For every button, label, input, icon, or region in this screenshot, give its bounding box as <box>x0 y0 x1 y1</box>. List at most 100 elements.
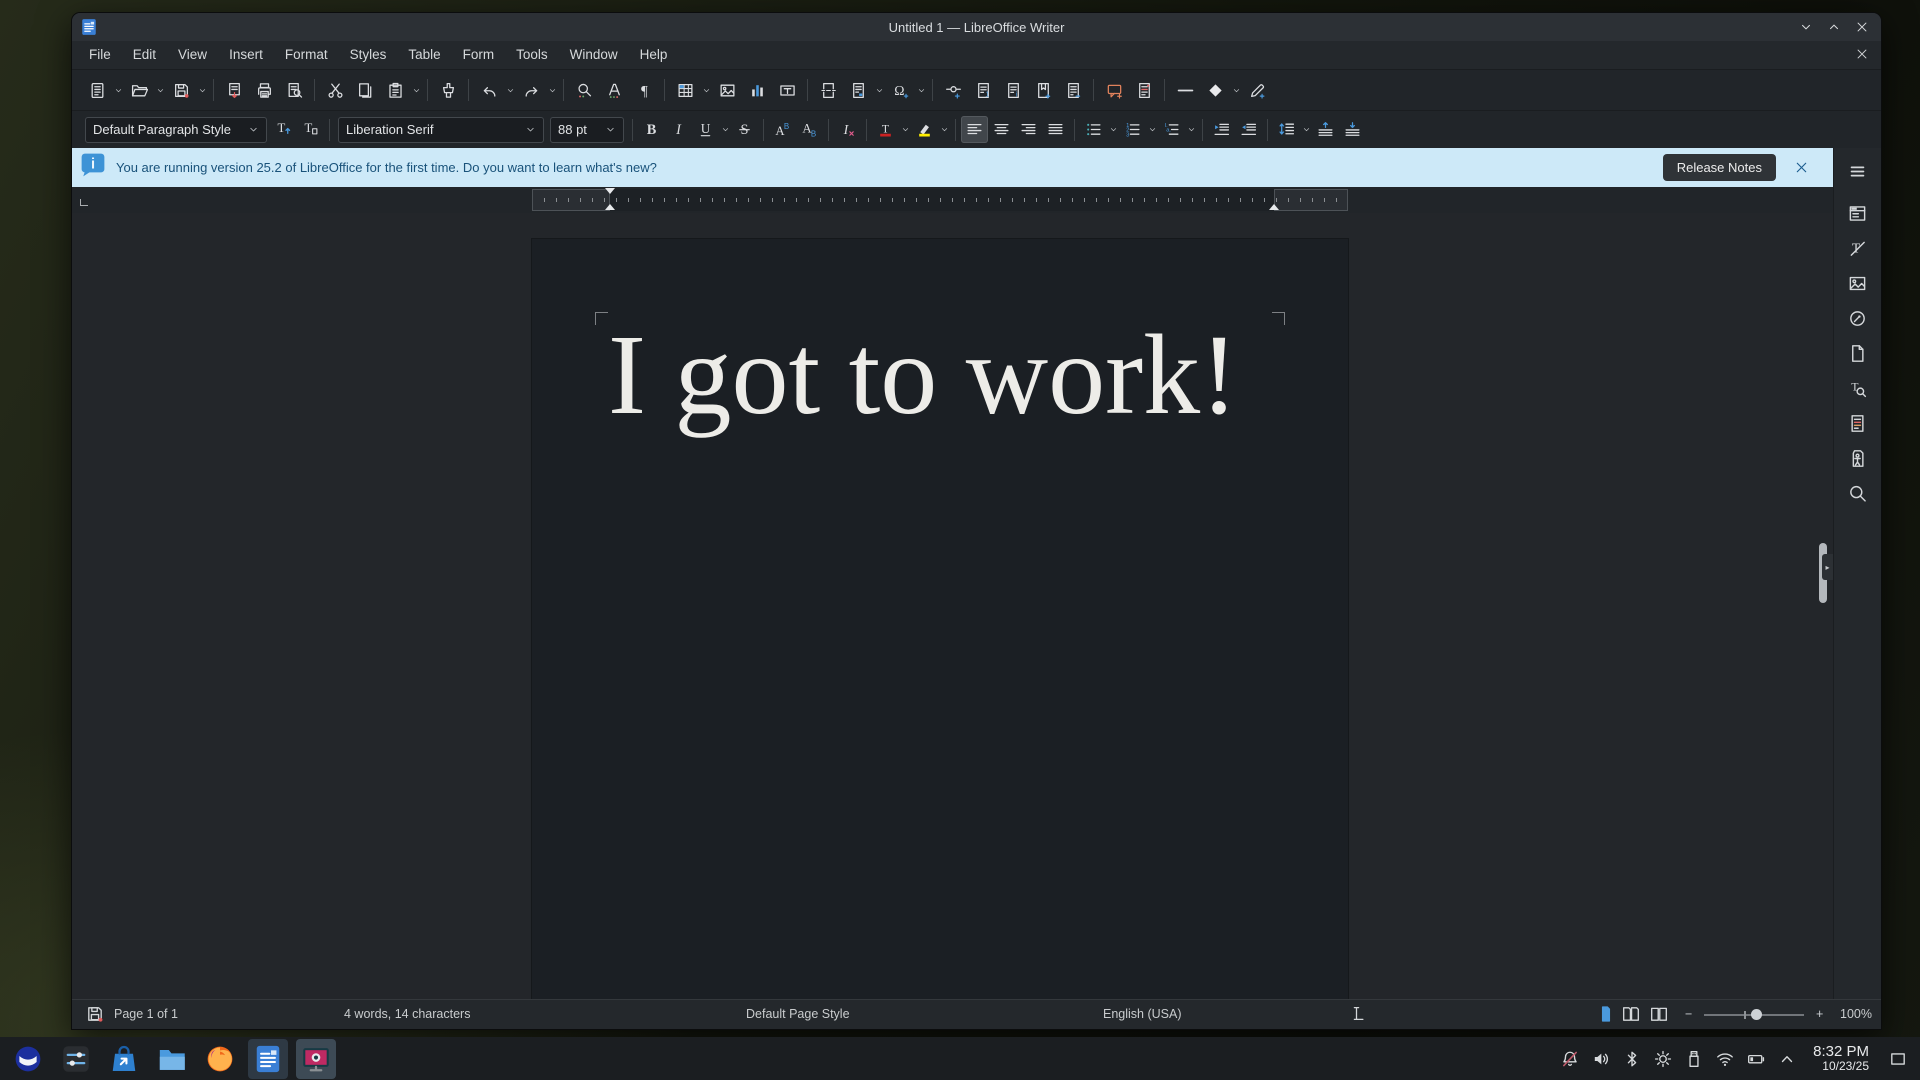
menu-file[interactable]: File <box>78 41 122 69</box>
battery-icon[interactable] <box>1745 1050 1767 1068</box>
line-spacing-button[interactable] <box>1273 116 1300 143</box>
menu-view[interactable]: View <box>167 41 218 69</box>
page-style[interactable]: Default Page Style <box>746 1007 850 1021</box>
highlight-color-button[interactable] <box>911 116 938 143</box>
justify-button[interactable] <box>1042 116 1069 143</box>
gallery-button[interactable] <box>1842 268 1874 298</box>
print-button[interactable] <box>249 75 279 105</box>
align-left-button[interactable] <box>961 116 988 143</box>
highlight-color-dropdown-arrow[interactable] <box>938 125 950 134</box>
formatting-marks-button[interactable]: ¶ <box>629 75 659 105</box>
save-status-icon[interactable] <box>86 1005 104 1023</box>
insert-comment-button[interactable] <box>1099 75 1129 105</box>
menu-form[interactable]: Form <box>452 41 506 69</box>
cut-button[interactable] <box>320 75 350 105</box>
save-dropdown-arrow[interactable] <box>196 86 208 95</box>
single-page-view-icon[interactable] <box>1597 1005 1615 1023</box>
basic-shapes-dropdown-arrow[interactable] <box>1230 86 1242 95</box>
font-color-dropdown-arrow[interactable] <box>899 125 911 134</box>
zoom-in-button[interactable]: + <box>1816 1007 1823 1021</box>
zoom-out-button[interactable]: − <box>1685 1007 1692 1021</box>
redo-button[interactable] <box>516 75 546 105</box>
page-count[interactable]: Page 1 of 1 <box>114 1007 178 1021</box>
app-launcher-taskbar-button[interactable] <box>8 1039 48 1079</box>
firefox-taskbar-button[interactable] <box>200 1039 240 1079</box>
sidebar-collapse-arrow[interactable]: ▸ <box>1822 554 1833 580</box>
styles-button[interactable]: T <box>1842 233 1874 263</box>
selection-mode-icon[interactable] <box>1348 1005 1365 1022</box>
insert-table-dropdown-arrow[interactable] <box>700 86 712 95</box>
bluetooth-icon[interactable] <box>1621 1050 1643 1068</box>
print-preview-button[interactable] <box>279 75 309 105</box>
navigator-button[interactable] <box>1842 303 1874 333</box>
insert-field-button[interactable] <box>843 75 873 105</box>
find-button[interactable] <box>1842 478 1874 508</box>
paragraph-style-combo[interactable]: Default Paragraph Style <box>85 117 267 143</box>
menu-window[interactable]: Window <box>559 41 629 69</box>
tab-stop-type-icon[interactable] <box>80 199 88 206</box>
new-style-button[interactable]: T <box>297 116 324 143</box>
notifications-muted-icon[interactable] <box>1559 1050 1581 1068</box>
show-desktop-button[interactable] <box>1886 1047 1910 1071</box>
menu-styles[interactable]: Styles <box>339 41 398 69</box>
menu-format[interactable]: Format <box>274 41 339 69</box>
font-color-button[interactable]: T <box>872 116 899 143</box>
insert-page-break-button[interactable] <box>813 75 843 105</box>
infobar-close-icon[interactable] <box>1794 160 1809 175</box>
redo-dropdown-arrow[interactable] <box>546 86 558 95</box>
insert-text-box-button[interactable] <box>772 75 802 105</box>
outline-list-button[interactable]: I.a. <box>1158 116 1185 143</box>
new-document-button[interactable] <box>82 75 112 105</box>
align-right-button[interactable] <box>1015 116 1042 143</box>
decrease-paragraph-spacing-button[interactable] <box>1339 116 1366 143</box>
text-language[interactable]: English (USA) <box>1103 1007 1182 1021</box>
outline-list-dropdown-arrow[interactable] <box>1185 125 1197 134</box>
zoom-level[interactable]: 100% <box>1840 1007 1872 1021</box>
properties-button[interactable] <box>1842 198 1874 228</box>
minimize-icon[interactable] <box>1799 20 1813 34</box>
strikethrough-button[interactable]: S <box>731 116 758 143</box>
tray-expand-icon[interactable] <box>1776 1050 1798 1068</box>
document-canvas[interactable]: I got to work! ▸ <box>72 213 1833 999</box>
spectacle-taskbar-button[interactable] <box>296 1039 336 1079</box>
increase-paragraph-spacing-button[interactable] <box>1312 116 1339 143</box>
release-notes-button[interactable]: Release Notes <box>1663 154 1776 181</box>
style-inspector-button[interactable]: T <box>1842 373 1874 403</box>
bullet-list-dropdown-arrow[interactable] <box>1107 125 1119 134</box>
menu-help[interactable]: Help <box>629 41 679 69</box>
insert-footnote-button[interactable]: 1 <box>968 75 998 105</box>
file-manager-taskbar-button[interactable] <box>152 1039 192 1079</box>
menu-insert[interactable]: Insert <box>218 41 274 69</box>
clone-formatting-button[interactable] <box>433 75 463 105</box>
discover-store-taskbar-button[interactable] <box>104 1039 144 1079</box>
clear-formatting-button[interactable]: I <box>834 116 861 143</box>
paste-button[interactable] <box>380 75 410 105</box>
sidebar-settings-button[interactable] <box>1842 156 1874 186</box>
draw-functions-button[interactable] <box>1242 75 1272 105</box>
spelling-button[interactable] <box>599 75 629 105</box>
horizontal-ruler[interactable] <box>72 187 1833 213</box>
word-count[interactable]: 4 words, 14 characters <box>344 1007 470 1021</box>
clock[interactable]: 8:32 PM 10/23/25 <box>1813 1044 1869 1074</box>
bold-button[interactable]: B <box>638 116 665 143</box>
undo-dropdown-arrow[interactable] <box>504 86 516 95</box>
basic-shapes-button[interactable] <box>1200 75 1230 105</box>
insert-hyperlink-button[interactable] <box>938 75 968 105</box>
copy-button[interactable] <box>350 75 380 105</box>
manage-changes-button[interactable] <box>1842 408 1874 438</box>
save-button[interactable] <box>166 75 196 105</box>
italic-button[interactable]: I <box>665 116 692 143</box>
titlebar[interactable]: Untitled 1 — LibreOffice Writer <box>72 13 1881 41</box>
subscript-button[interactable]: AB <box>796 116 823 143</box>
line-spacing-dropdown-arrow[interactable] <box>1300 125 1312 134</box>
find-replace-button[interactable] <box>569 75 599 105</box>
usb-device-icon[interactable] <box>1683 1050 1705 1068</box>
multi-page-view-icon[interactable] <box>1622 1005 1640 1023</box>
insert-bookmark-button[interactable] <box>1028 75 1058 105</box>
libreoffice-writer-taskbar-button[interactable] <box>248 1039 288 1079</box>
new-document-dropdown-arrow[interactable] <box>112 86 124 95</box>
paste-dropdown-arrow[interactable] <box>410 86 422 95</box>
bullet-list-button[interactable] <box>1080 116 1107 143</box>
update-style-button[interactable]: T <box>270 116 297 143</box>
insert-special-character-dropdown-arrow[interactable] <box>915 86 927 95</box>
